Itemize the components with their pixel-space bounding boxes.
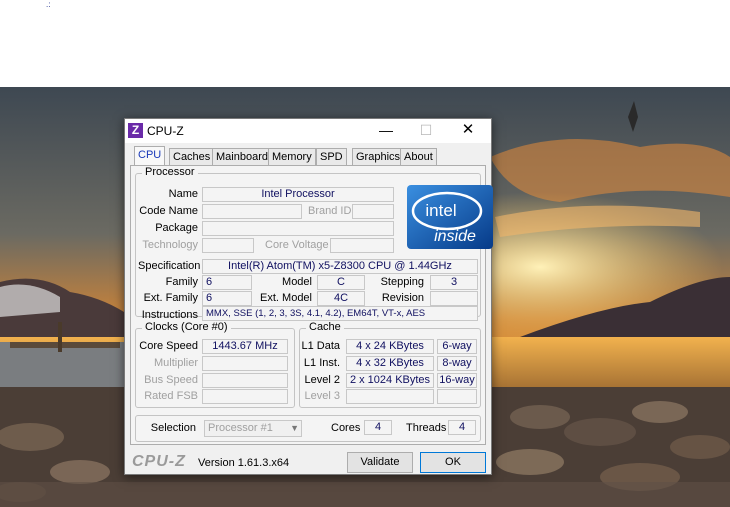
technology-label: Technology xyxy=(142,239,198,251)
code-name-label: Code Name xyxy=(139,205,198,217)
processor-select-value: Processor #1 xyxy=(208,422,273,434)
cpuz-brand-logo: CPU-Z xyxy=(132,453,186,470)
intel-inside-logo: intel inside xyxy=(407,185,493,249)
rated-fsb-value xyxy=(202,389,288,404)
chevron-down-icon: ▼ xyxy=(290,423,299,433)
level3-label: Level 3 xyxy=(304,390,340,402)
core-speed-value: 1443.67 MHz xyxy=(202,339,288,354)
l1-data-ways: 6-way xyxy=(437,339,477,354)
ext-family-value: 6 xyxy=(202,291,252,306)
cpu-tab-panel: Processor Name Intel Processor Code Name… xyxy=(130,165,493,445)
family-value: 6 xyxy=(202,275,252,290)
tab-about[interactable]: About xyxy=(400,148,437,165)
model-value: C xyxy=(317,275,365,290)
validate-button[interactable]: Validate xyxy=(347,452,413,473)
ext-family-label: Ext. Family xyxy=(143,292,198,304)
multiplier-value xyxy=(202,356,288,371)
l1-data-label: L1 Data xyxy=(301,340,340,352)
tab-memory[interactable]: Memory xyxy=(268,148,316,165)
clocks-group-label: Clocks (Core #0) xyxy=(142,321,231,333)
top-blank-area: .: xyxy=(0,0,730,87)
cores-label: Cores xyxy=(331,422,361,434)
window-title: CPU-Z xyxy=(147,124,184,138)
ok-button[interactable]: OK xyxy=(420,452,486,473)
processor-group: Processor Name Intel Processor Code Name… xyxy=(135,166,493,321)
specification-label: Specification xyxy=(138,260,201,272)
level3-value xyxy=(346,389,434,404)
family-label: Family xyxy=(165,276,198,288)
bus-speed-label: Bus Speed xyxy=(144,374,198,386)
tab-cpu[interactable]: CPU xyxy=(134,146,166,166)
brand-id-label: Brand ID xyxy=(308,205,352,217)
cpuz-window: Z CPU-Z — ☐ ✕ CPU Caches Mainboard Memor… xyxy=(124,118,493,475)
l1-inst-value: 4 x 32 KBytes xyxy=(346,356,434,371)
close-button[interactable]: ✕ xyxy=(445,119,491,143)
clocks-group: Clocks (Core #0) Core Speed 1443.67 MHz … xyxy=(135,321,295,408)
cores-value: 4 xyxy=(364,420,392,435)
l1-data-value: 4 x 24 KBytes xyxy=(346,339,434,354)
package-label: Package xyxy=(155,222,198,234)
revision-value xyxy=(430,291,478,306)
instructions-label: Instructions xyxy=(141,309,198,321)
tab-spd[interactable]: SPD xyxy=(316,148,347,165)
level3-ways xyxy=(437,389,477,404)
version-text: Version 1.61.3.x64 xyxy=(198,457,290,469)
tab-caches[interactable]: Caches xyxy=(169,148,215,165)
selection-group: Selection Processor #1 ▼ Cores 4 Threads… xyxy=(135,415,481,442)
code-name-value xyxy=(202,204,302,219)
core-voltage-label: Core Voltage xyxy=(265,239,329,251)
tab-graphics[interactable]: Graphics xyxy=(352,148,405,165)
title-bar[interactable]: Z CPU-Z — ☐ ✕ xyxy=(125,119,491,143)
maximize-button[interactable]: ☐ xyxy=(403,119,449,143)
inside-logo-word: inside xyxy=(434,228,476,245)
cpuz-app-icon: Z xyxy=(128,123,143,138)
l1-inst-label: L1 Inst. xyxy=(303,357,340,369)
processor-group-label: Processor xyxy=(142,166,198,178)
multiplier-label: Multiplier xyxy=(153,357,198,369)
brand-id-value xyxy=(352,204,394,219)
stepping-value: 3 xyxy=(430,275,478,290)
ext-model-label: Ext. Model xyxy=(260,292,312,304)
ext-model-value: 4C xyxy=(317,291,365,306)
level2-ways: 16-way xyxy=(437,373,477,388)
stepping-label: Stepping xyxy=(380,276,424,288)
rated-fsb-label: Rated FSB xyxy=(144,390,198,402)
bus-speed-value xyxy=(202,373,288,388)
cache-group-label: Cache xyxy=(306,321,344,333)
model-label: Model xyxy=(282,276,312,288)
core-voltage-value xyxy=(330,238,394,253)
threads-label: Threads xyxy=(406,422,447,434)
technology-value xyxy=(202,238,254,253)
level2-value: 2 x 1024 KBytes xyxy=(346,373,434,388)
level2-label: Level 2 xyxy=(304,374,340,386)
selection-label: Selection xyxy=(150,422,196,434)
package-value xyxy=(202,221,394,236)
intel-logo-word: intel xyxy=(425,201,456,220)
revision-label: Revision xyxy=(381,292,424,304)
specification-value: Intel(R) Atom(TM) x5-Z8300 CPU @ 1.44GHz xyxy=(202,259,478,274)
corner-mark: .: xyxy=(46,0,51,9)
name-value: Intel Processor xyxy=(202,187,394,202)
threads-value: 4 xyxy=(448,420,476,435)
instructions-value: MMX, SSE (1, 2, 3, 3S, 4.1, 4.2), EM64T,… xyxy=(202,306,478,321)
cache-group: Cache L1 Data 4 x 24 KBytes 6-way L1 Ins… xyxy=(299,321,481,408)
name-label: Name xyxy=(168,188,198,200)
processor-select[interactable]: Processor #1 ▼ xyxy=(204,420,302,437)
core-speed-label: Core Speed xyxy=(139,340,198,352)
tab-mainboard[interactable]: Mainboard xyxy=(212,148,272,165)
l1-inst-ways: 8-way xyxy=(437,356,477,371)
